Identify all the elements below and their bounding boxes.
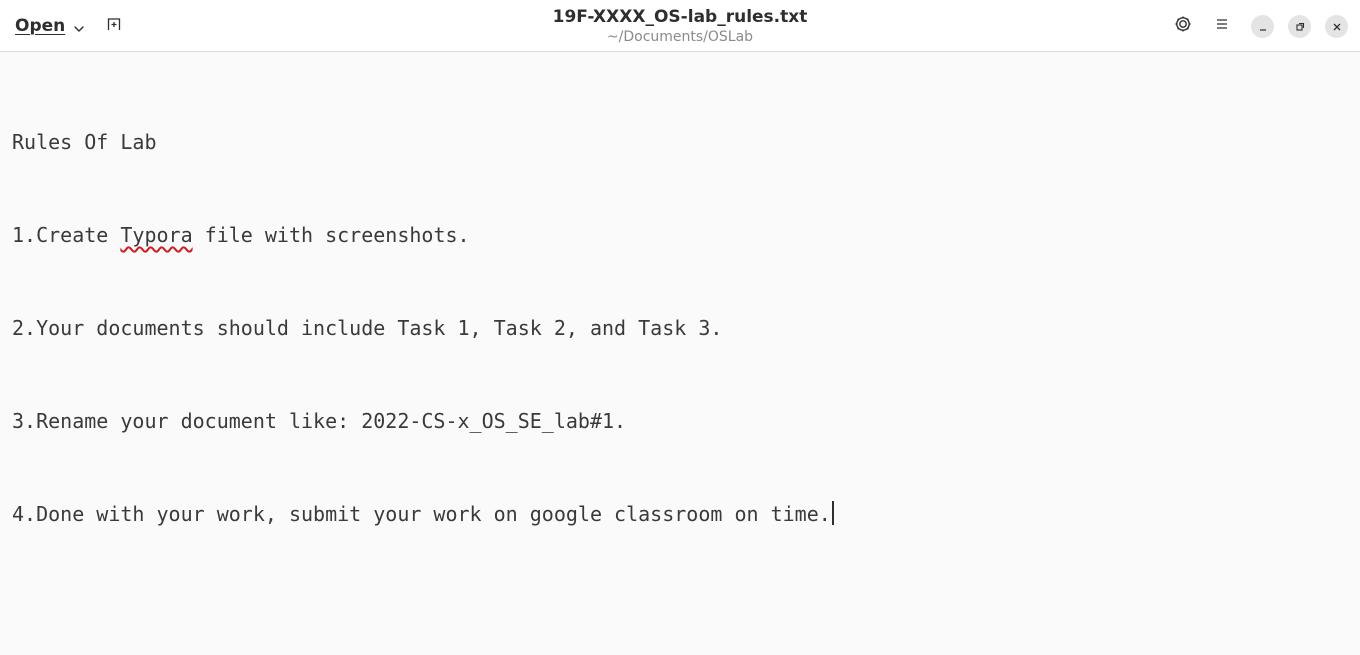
document-line: 3.Rename your document like: 2022-CS-x_O…	[12, 406, 834, 437]
title-block: 19F-XXXX_OS-lab_rules.txt ~/Documents/OS…	[430, 6, 930, 46]
line-text: 2.Your documents should include Task 1, …	[12, 316, 723, 340]
file-path: ~/Documents/OSLab	[606, 29, 754, 45]
line-text: 1.Create	[12, 223, 121, 247]
close-button[interactable]	[1325, 15, 1348, 38]
maximize-icon	[1295, 17, 1305, 36]
document-text[interactable]: Rules Of Lab 1.Create Typora file with s…	[12, 65, 834, 592]
maximize-button[interactable]	[1288, 15, 1311, 38]
minimize-icon	[1258, 17, 1268, 36]
document-line: 1.Create Typora file with screenshots.	[12, 220, 834, 251]
new-tab-icon	[106, 16, 122, 36]
misspelled-word[interactable]: Typora	[120, 223, 192, 247]
settings-button[interactable]	[1167, 10, 1199, 42]
text-cursor	[831, 501, 834, 525]
open-button-label: Open	[15, 16, 66, 36]
document-line: 4.Done with your work, submit your work …	[12, 499, 834, 530]
minimize-button[interactable]	[1251, 15, 1274, 38]
line-text: 4.Done with your work, submit your work …	[12, 502, 831, 526]
text-editor-window: Open 19F-XXXX_OS-lab_rules.txt ~/Documen…	[0, 0, 1360, 655]
settings-icon	[1174, 15, 1192, 37]
document-line: 2.Your documents should include Task 1, …	[12, 313, 834, 344]
header-bar: Open 19F-XXXX_OS-lab_rules.txt ~/Documen…	[0, 0, 1360, 52]
new-tab-button[interactable]	[98, 10, 130, 42]
document-line: Rules Of Lab	[12, 127, 834, 158]
open-button[interactable]: Open	[8, 10, 93, 42]
line-text: file with screenshots.	[192, 223, 470, 247]
line-text: 3.Rename your document like: 2022-CS-x_O…	[12, 409, 627, 433]
text-editor-area[interactable]: Rules Of Lab 1.Create Typora file with s…	[0, 53, 1360, 655]
chevron-down-icon	[73, 20, 85, 32]
line-text: Rules Of Lab	[12, 130, 157, 154]
hamburger-menu-icon	[1214, 16, 1230, 36]
main-menu-button[interactable]	[1206, 10, 1238, 42]
window-title: 19F-XXXX_OS-lab_rules.txt	[552, 7, 808, 27]
close-icon	[1332, 17, 1342, 36]
